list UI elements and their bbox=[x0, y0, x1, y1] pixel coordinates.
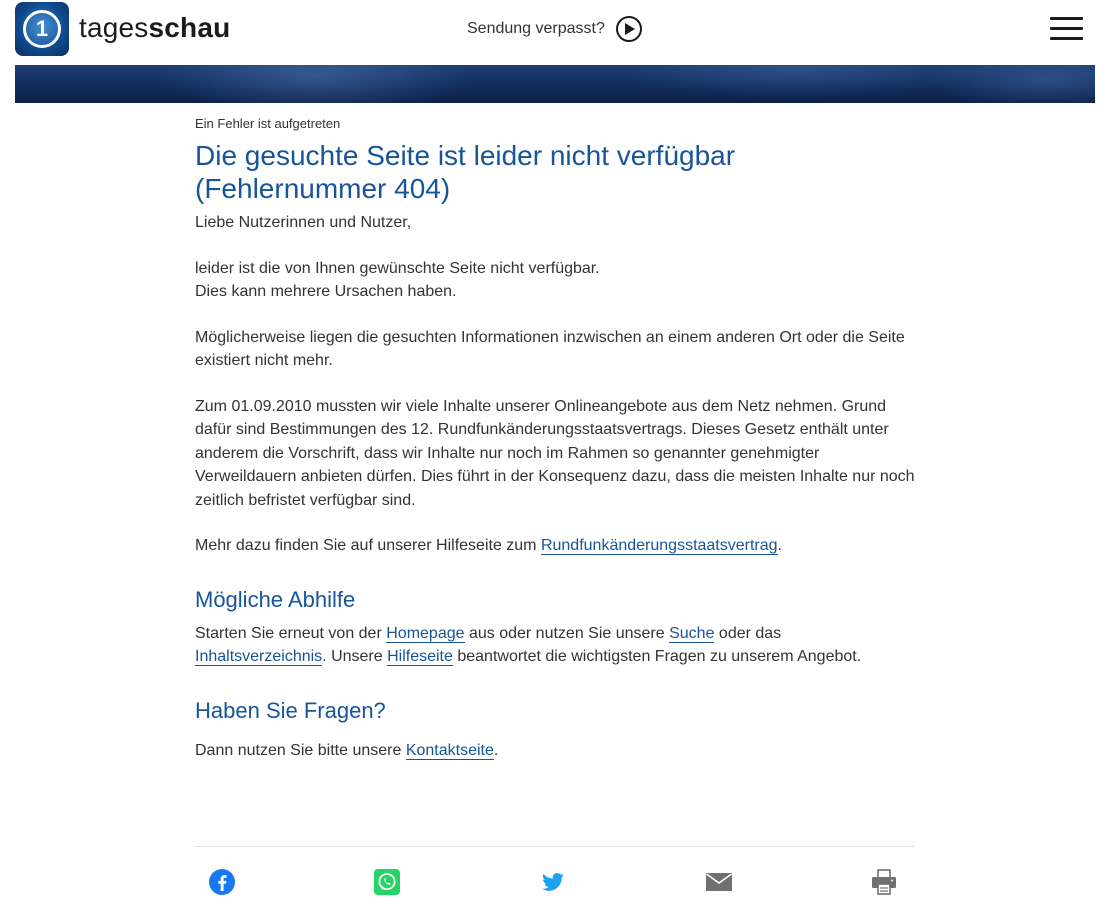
text: aus oder nutzen Sie unsere bbox=[464, 624, 670, 642]
email-icon[interactable] bbox=[705, 868, 733, 896]
menu-bar bbox=[1050, 37, 1083, 40]
header-banner-image bbox=[15, 65, 1095, 103]
text: beantwortet die wichtigsten Fragen zu un… bbox=[452, 648, 862, 665]
facebook-icon[interactable] bbox=[208, 868, 236, 896]
section-title-remedy: Mögliche Abhilfe bbox=[195, 586, 356, 612]
brand-wordmark[interactable]: tagesschau bbox=[79, 10, 230, 46]
twitter-icon[interactable] bbox=[539, 868, 567, 896]
link-content-index[interactable]: Inhaltsverzeichnis bbox=[195, 648, 323, 666]
print-icon[interactable] bbox=[870, 868, 898, 896]
paragraph-contact: Dann nutzen Sie bitte unsere Kontaktseit… bbox=[195, 739, 915, 763]
paragraph-unavailable: leider ist die von Ihnen gewünschte Seit… bbox=[195, 257, 915, 304]
error-kicker: Ein Fehler ist aufgetreten bbox=[195, 116, 341, 131]
menu-bar bbox=[1050, 17, 1083, 20]
paragraph-remedy: Starten Sie erneut von der Homepage aus … bbox=[195, 622, 915, 669]
text: Dann nutzen Sie bitte unsere bbox=[195, 741, 406, 759]
text: Starten Sie erneut von der bbox=[195, 624, 387, 642]
logo-ring: 1 bbox=[23, 10, 61, 48]
section-title-questions: Haben Sie Fragen? bbox=[195, 697, 386, 723]
greeting: Liebe Nutzerinnen und Nutzer, bbox=[195, 214, 412, 231]
page-title: Die gesuchte Seite ist leider nicht verf… bbox=[195, 140, 736, 204]
site-header: 1 tagesschau Sendung verpasst? bbox=[0, 0, 1114, 65]
text: . bbox=[493, 741, 499, 759]
paragraph-line: Dies kann mehrere Ursachen haben. bbox=[195, 283, 457, 300]
tagesschau-logo-icon[interactable]: 1 bbox=[15, 2, 69, 56]
twitter-glyph bbox=[542, 873, 564, 891]
share-bar bbox=[195, 862, 915, 902]
brand-light: tages bbox=[79, 12, 149, 43]
play-triangle bbox=[625, 23, 636, 35]
missed-broadcast-label: Sendung verpasst? bbox=[467, 20, 605, 37]
text: Mehr dazu finden Sie auf unserer Hilfese… bbox=[195, 537, 541, 554]
divider bbox=[195, 846, 915, 847]
text: oder das bbox=[714, 624, 782, 642]
play-circle-icon bbox=[615, 16, 642, 42]
missed-broadcast-button[interactable]: Sendung verpasst? bbox=[467, 14, 642, 44]
link-search[interactable]: Suche bbox=[669, 624, 715, 643]
logo-glyph: 1 bbox=[35, 16, 49, 41]
paragraph-more-info: Mehr dazu finden Sie auf unserer Hilfese… bbox=[195, 534, 915, 558]
whatsapp-glyph bbox=[374, 869, 400, 895]
print-glyph bbox=[872, 869, 896, 895]
email-glyph bbox=[706, 873, 732, 891]
brand-bold: schau bbox=[148, 12, 231, 43]
link-contact-page[interactable]: Kontaktseite bbox=[405, 741, 494, 760]
paragraph-line: leider ist die von Ihnen gewünschte Seit… bbox=[195, 259, 600, 277]
link-homepage[interactable]: Homepage bbox=[386, 624, 465, 643]
text: . Unsere bbox=[322, 648, 388, 665]
link-help-page[interactable]: Hilfeseite bbox=[387, 648, 453, 666]
hamburger-menu-icon[interactable] bbox=[1049, 16, 1085, 42]
paragraph-removed: Zum 01.09.2010 mussten wir viele Inhalte… bbox=[195, 397, 915, 509]
main-content: Ein Fehler ist aufgetreten Die gesuchte … bbox=[195, 114, 915, 762]
link-rundfunkaenderungsstaatsvertrag[interactable]: Rundfunkänderungsstaatsvertrag bbox=[540, 537, 778, 555]
whatsapp-icon[interactable] bbox=[373, 868, 401, 896]
text: . bbox=[777, 537, 782, 554]
facebook-glyph bbox=[209, 869, 235, 895]
paragraph-moved: Möglicherweise liegen die gesuchten Info… bbox=[195, 328, 905, 370]
menu-bar bbox=[1050, 27, 1083, 30]
